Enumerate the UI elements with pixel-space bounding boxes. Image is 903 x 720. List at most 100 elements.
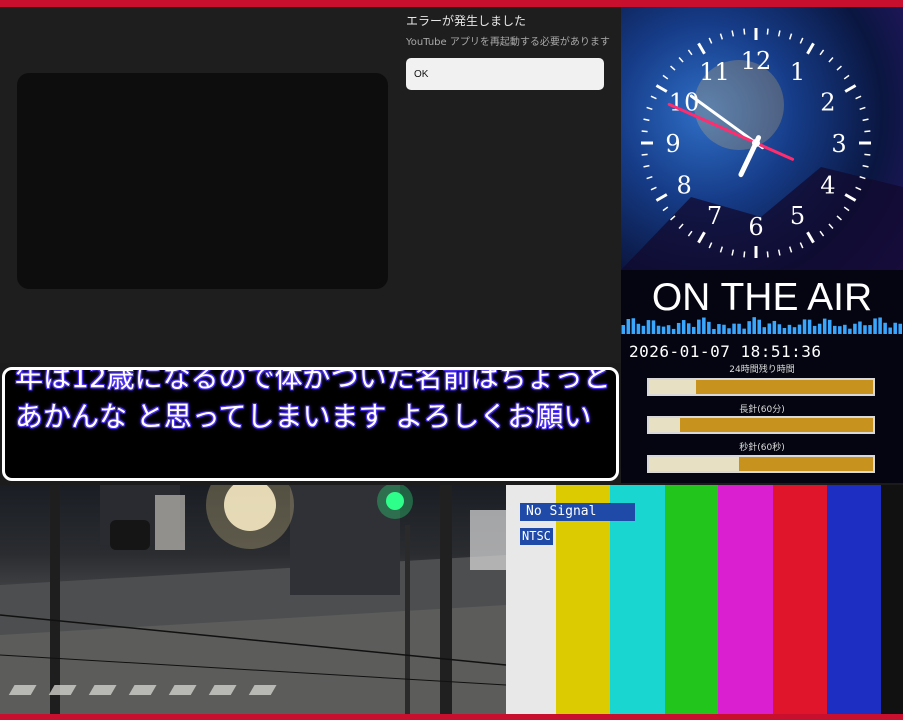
clock-numeral: 4 [820, 172, 835, 200]
visualizer-bar [747, 321, 751, 334]
visualizer-bar [833, 325, 837, 334]
visualizer-bar [797, 324, 802, 334]
visualizer-bar [636, 323, 641, 334]
subtitle-panel: 年は12歳になるので体がついた名前はちょっと あかんな と思ってしまいます よろ… [0, 363, 621, 485]
visualizer-bar [777, 324, 782, 334]
clock-tick [859, 106, 866, 111]
clock-tick [843, 74, 850, 80]
clock-numeral: 8 [676, 172, 691, 200]
clock-tick [719, 33, 724, 40]
clock-numeral: 9 [665, 130, 680, 158]
clock-tick [662, 206, 669, 212]
clock-tick [806, 42, 815, 55]
visualizer-bar [782, 327, 787, 334]
subtitle-line-2: あかんな と思ってしまいます よろしくお願い [15, 400, 592, 433]
visualizer-bar [848, 328, 852, 334]
youtube-error-panel: エラーが発生しました YouTube アプリを再起動する必要があります OK [0, 7, 621, 363]
visualizer-bar [878, 317, 882, 334]
visualizer-bar [838, 326, 842, 334]
visualizer-bar [767, 323, 772, 334]
clock-tick [655, 193, 668, 202]
clock-tick [643, 164, 650, 168]
clock-numeral: 3 [831, 130, 846, 158]
clock-numeral: 2 [820, 89, 835, 117]
visualizer-bar [843, 324, 847, 334]
clock-center [752, 139, 760, 147]
visualizer-bar [898, 323, 902, 334]
timer-label-minute: 長針(60分) [739, 405, 785, 415]
clock-numeral: 7 [707, 202, 722, 230]
top-border [0, 0, 903, 7]
visualizer-bar [888, 327, 892, 334]
clock-numeral: 5 [790, 202, 805, 230]
visualizer-bar [651, 320, 656, 334]
timer-bar-second [647, 455, 875, 473]
clock-tick [643, 118, 650, 122]
video-player[interactable] [17, 73, 388, 289]
clock-tick [788, 33, 793, 40]
clock-tick [697, 42, 706, 55]
timer-bar-24h [647, 378, 875, 396]
visualizer-bar [646, 320, 651, 334]
clock-tick [731, 30, 735, 37]
visualizer-bar [621, 325, 626, 334]
clock-numeral: 11 [699, 58, 730, 86]
visualizer-bar [707, 321, 711, 334]
timer-label-24h: 24時間残り時間 [729, 365, 795, 375]
visualizer-bar [712, 328, 716, 334]
visualizer-bar [641, 325, 646, 334]
visualizer-bar [722, 324, 726, 334]
visualizer-bar [817, 323, 822, 334]
clock-tick [641, 130, 648, 133]
clock-tick [862, 118, 869, 122]
visualizer-bar [737, 323, 741, 334]
color-bar [881, 485, 903, 714]
color-bar [718, 485, 773, 714]
clock-numeral: 1 [790, 58, 805, 86]
color-bar [827, 485, 881, 714]
clock-tick [687, 49, 693, 56]
visualizer-bar [752, 317, 756, 334]
visualizer-bar [686, 323, 691, 334]
visualizer-bar [858, 321, 862, 334]
visualizer-bar [702, 317, 706, 334]
clock-tick [777, 30, 781, 37]
clock-tick [641, 153, 648, 156]
audio-visualizer [621, 317, 902, 334]
clock-tick [650, 186, 657, 191]
on-air-title: ON THE AIR [651, 276, 873, 319]
clock-tick [662, 74, 669, 80]
clock-tick [678, 57, 684, 63]
timer-label-second: 秒針(60秒) [739, 443, 785, 453]
clock-tick [670, 65, 676, 71]
visualizer-bar [697, 319, 701, 334]
clock-tick [646, 175, 653, 180]
visualizer-bar [802, 319, 807, 334]
visualizer-bar [631, 318, 636, 334]
clock-numeral: 6 [748, 213, 763, 241]
visualizer-bar [792, 327, 797, 334]
clock-tick [828, 57, 834, 63]
no-signal-label: No Signal [520, 503, 635, 521]
visualizer-bar [873, 318, 877, 334]
timer-bar-minute [647, 416, 875, 434]
clock-tick [836, 65, 842, 71]
on-air-panel: ON THE AIR 2026-01-07 18:51:36 24時間残り時間 … [621, 270, 903, 483]
visualizer-bar [868, 325, 872, 334]
visualizer-bar [727, 328, 731, 334]
visualizer-bar [762, 327, 767, 334]
visualizer-bar [742, 328, 746, 334]
clock-tick [855, 95, 862, 100]
clock-tick [655, 84, 668, 93]
clock-tick [844, 84, 857, 93]
error-title: エラーが発生しました [406, 14, 527, 28]
visualizer-bar [853, 323, 857, 334]
visualizer-bar [822, 318, 827, 334]
ok-button[interactable]: OK [406, 58, 604, 90]
visualizer-bar [661, 326, 666, 334]
visualizer-bar [893, 322, 897, 334]
visualizer-bar [717, 324, 721, 334]
subtitle-box: 年は12歳になるので体がついた名前はちょっと あかんな と思ってしまいます よろ… [2, 367, 619, 481]
visualizer-bar [656, 325, 661, 334]
clock-tick [766, 251, 769, 258]
